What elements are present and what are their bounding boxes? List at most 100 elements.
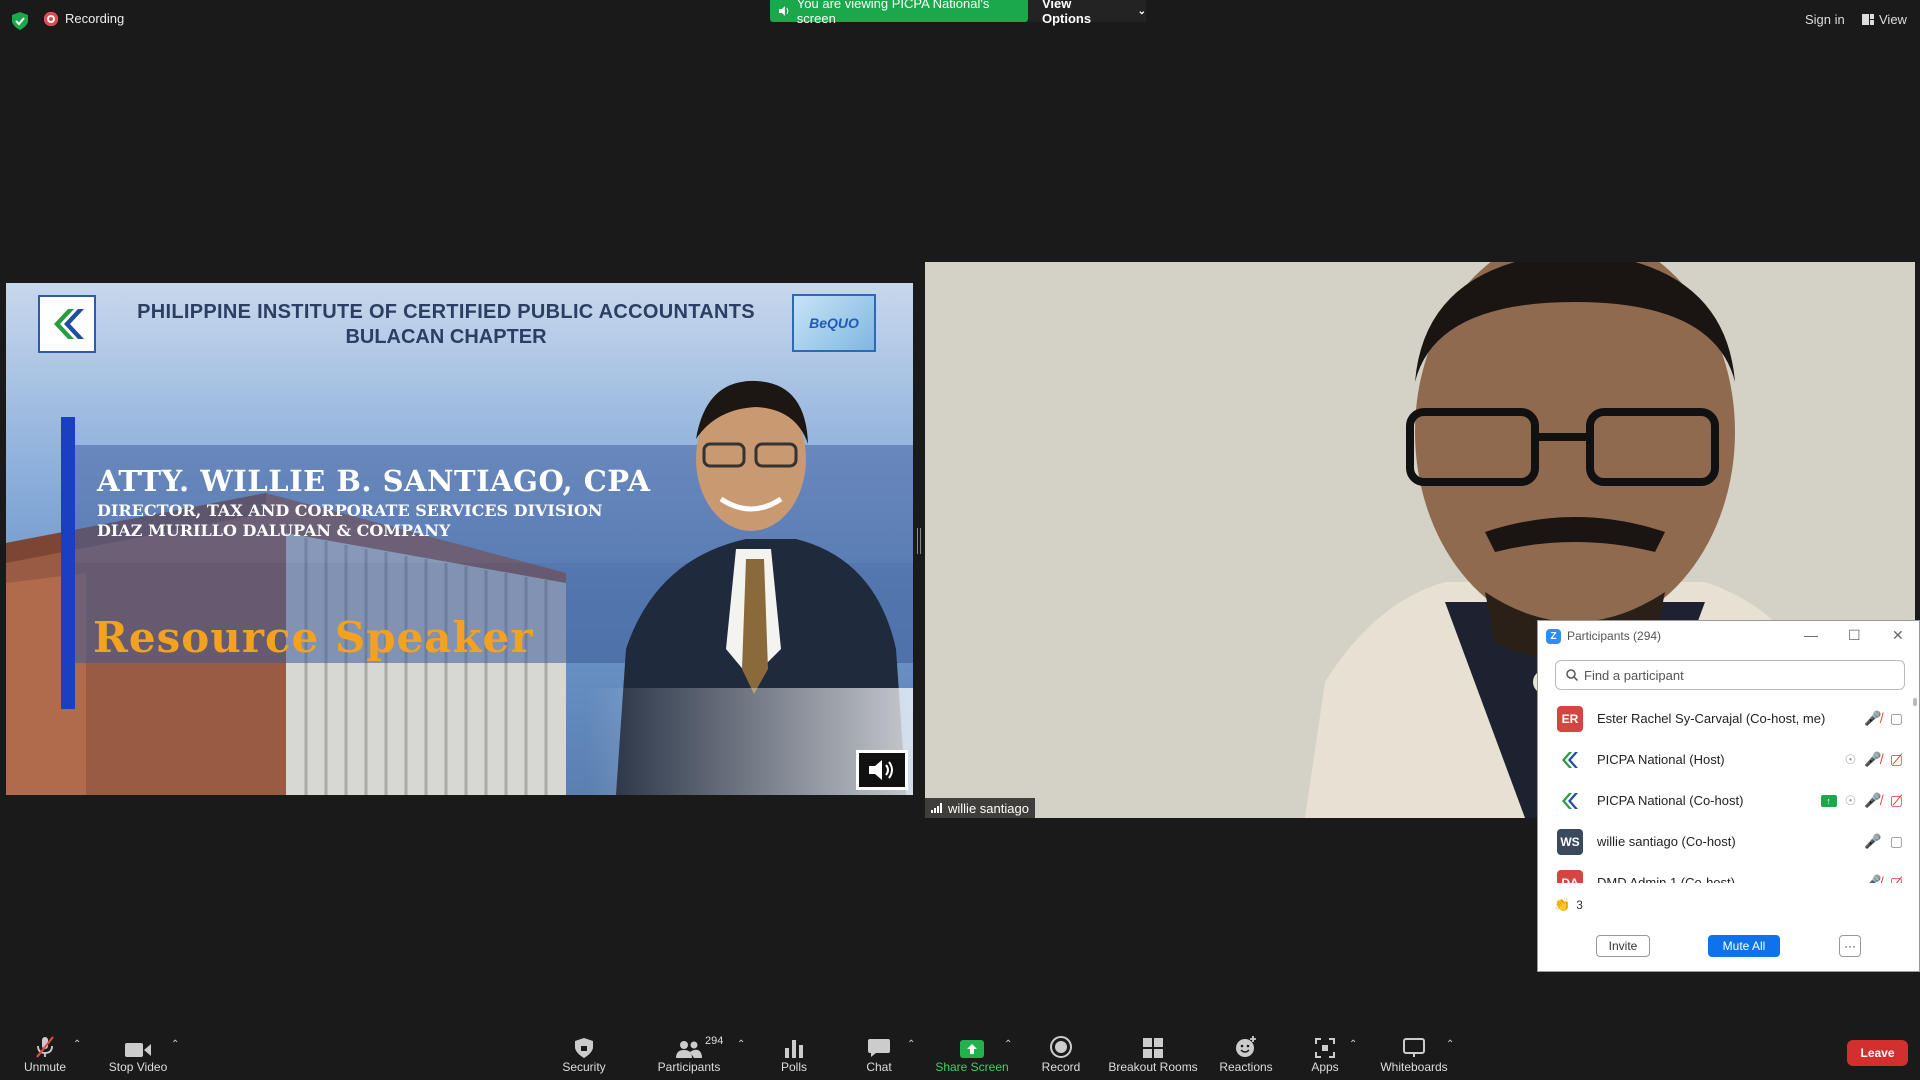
apps-label: Apps (1311, 1060, 1339, 1074)
share-options-caret-icon[interactable]: ⌃ (1004, 1039, 1012, 1050)
whiteboards-button[interactable]: Whiteboards (1378, 1020, 1450, 1080)
mic-muted-icon[interactable]: 🎤̸ (1864, 751, 1881, 768)
video-icon[interactable]: ▢ (1890, 833, 1903, 850)
participant-row[interactable]: ER Ester Rachel Sy-Carvajal (Co-host, me)… (1538, 698, 1920, 739)
participant-search-input[interactable]: Find a participant (1555, 660, 1905, 690)
video-off-icon[interactable]: ▢̸ (1890, 751, 1903, 768)
shield-icon[interactable] (12, 12, 28, 30)
whiteboards-label: Whiteboards (1380, 1060, 1448, 1074)
view-options-button[interactable]: View Options ⌄ (1028, 0, 1146, 26)
search-icon (1566, 669, 1578, 681)
reactions-summary: 👏 3 (1554, 897, 1583, 913)
participant-status-icons: 🎤 ▢ (1864, 833, 1903, 850)
reaction-count: 3 (1576, 898, 1583, 912)
polls-icon (785, 1040, 803, 1058)
mic-muted-icon[interactable]: 🎤̸ (1864, 710, 1881, 727)
participant-name: Ester Rachel Sy-Carvajal (Co-host, me) (1597, 711, 1826, 726)
view-label: View (1879, 12, 1907, 27)
share-screen-icon[interactable]: ↑ (1820, 794, 1837, 807)
sign-in-link[interactable]: Sign in (1805, 12, 1845, 27)
close-icon[interactable]: ✕ (1892, 627, 1904, 644)
maximize-icon[interactable]: ☐ (1848, 627, 1861, 644)
breakout-rooms-icon (1143, 1038, 1163, 1058)
participant-list[interactable]: ER Ester Rachel Sy-Carvajal (Co-host, me)… (1538, 698, 1920, 883)
record-button[interactable]: Record (1041, 1020, 1081, 1080)
picpa-logo (38, 295, 96, 353)
participants-options-caret-icon[interactable]: ⌃ (737, 1039, 745, 1050)
reactions-icon (1236, 1036, 1256, 1057)
unmute-button[interactable]: Unmute (20, 1020, 70, 1080)
recording-icon[interactable]: ☉ (1845, 793, 1857, 809)
participants-icon (676, 1041, 702, 1058)
share-screen-icon (960, 1040, 984, 1058)
stop-video-button[interactable]: Stop Video (106, 1020, 170, 1080)
participants-button[interactable]: Participants (656, 1020, 722, 1080)
leave-button[interactable]: Leave (1847, 1040, 1908, 1066)
participants-panel: Z Participants (294) — ☐ ✕ Find a partic… (1537, 620, 1920, 972)
share-screen-label: Share Screen (935, 1060, 1009, 1074)
video-participant-name: willie santiago (948, 800, 1029, 816)
invite-button[interactable]: Invite (1596, 935, 1650, 957)
stop-video-label: Stop Video (108, 1060, 168, 1074)
security-label: Security (562, 1060, 606, 1074)
video-icon[interactable]: ▢ (1890, 710, 1903, 727)
split-divider-handle[interactable] (917, 528, 921, 554)
video-options-caret-icon[interactable]: ⌃ (171, 1039, 179, 1050)
top-bar: Recording You are viewing PICPA National… (0, 0, 1920, 40)
avatar: DA (1557, 869, 1583, 883)
whiteboard-icon (1403, 1038, 1425, 1057)
recording-icon[interactable]: ☉ (1845, 752, 1857, 768)
participant-row[interactable]: PICPA National (Co-host) ↑ ☉ 🎤̸ ▢̸ (1538, 780, 1920, 821)
slide-title-line2: BULACAN CHAPTER (345, 326, 547, 348)
speaker-name: ATTY. WILLIE B. SANTIAGO, CPA (97, 464, 651, 498)
participant-list-scrollbar[interactable] (1913, 698, 1917, 878)
breakout-rooms-button[interactable]: Breakout Rooms (1108, 1020, 1198, 1080)
record-icon (1050, 1036, 1072, 1058)
search-placeholder: Find a participant (1584, 667, 1684, 683)
resource-speaker-banner: Resource Speaker (93, 613, 534, 662)
mic-icon[interactable]: 🎤 (1864, 833, 1881, 850)
video-off-icon[interactable]: ▢̸ (1890, 792, 1903, 809)
unmute-label: Unmute (23, 1060, 67, 1074)
apps-options-caret-icon[interactable]: ⌃ (1349, 1039, 1357, 1050)
participant-name: PICPA National (Co-host) (1597, 793, 1744, 808)
participant-row[interactable]: PICPA National (Host) ☉ 🎤̸ ▢̸ (1538, 739, 1920, 780)
apps-icon (1315, 1038, 1335, 1058)
video-name-tag: willie santiago (925, 798, 1035, 818)
panel-title: Participants (294) (1567, 629, 1662, 643)
mute-all-button[interactable]: Mute All (1708, 935, 1780, 957)
accent-bar (61, 417, 75, 709)
view-button[interactable]: View (1862, 12, 1907, 27)
breakout-rooms-label: Breakout Rooms (1108, 1060, 1198, 1074)
reactions-button[interactable]: Reactions (1218, 1020, 1274, 1080)
apps-button[interactable]: Apps (1309, 1020, 1341, 1080)
participant-row[interactable]: WS willie santiago (Co-host) 🎤 ▢ (1538, 821, 1920, 862)
participant-status-icons: 🎤̸ ▢̸ (1864, 874, 1903, 883)
audio-speaker-icon[interactable] (856, 750, 908, 790)
shared-screen[interactable]: BeQUO PHILIPPINE INSTITUTE OF CERTIFIED … (6, 283, 913, 795)
mic-muted-icon[interactable]: 🎤̸ (1864, 874, 1881, 883)
chat-options-caret-icon[interactable]: ⌃ (907, 1039, 915, 1050)
minimize-icon[interactable]: — (1804, 627, 1818, 643)
polls-button[interactable]: Polls (775, 1020, 813, 1080)
whiteboards-options-caret-icon[interactable]: ⌃ (1446, 1039, 1454, 1050)
recording-icon (44, 11, 58, 26)
security-button[interactable]: Security (556, 1020, 612, 1080)
mic-muted-icon[interactable]: 🎤̸ (1864, 792, 1881, 809)
speaker-icon (778, 6, 789, 16)
participant-status-icons: ↑ ☉ 🎤̸ ▢̸ (1820, 792, 1903, 809)
participant-name: PICPA National (Host) (1597, 752, 1725, 767)
bequo-logo: BeQUO (792, 294, 876, 352)
speaker-role-line1: DIRECTOR, TAX AND CORPORATE SERVICES DIV… (97, 501, 603, 520)
chevron-down-icon: ⌄ (1137, 5, 1146, 17)
participant-row[interactable]: DA DMD Admin 1 (Co-host) 🎤̸ ▢̸ (1538, 862, 1920, 883)
recording-indicator[interactable]: Recording (44, 11, 124, 26)
share-screen-button[interactable]: Share Screen (935, 1020, 1009, 1080)
chat-button[interactable]: Chat (862, 1020, 896, 1080)
video-off-icon[interactable]: ▢̸ (1890, 874, 1903, 883)
participants-label: Participants (657, 1060, 721, 1074)
more-options-button[interactable]: ··· (1839, 935, 1861, 957)
audio-options-caret-icon[interactable]: ⌃ (73, 1039, 81, 1050)
participant-status-icons: 🎤̸ ▢ (1864, 710, 1903, 727)
security-shield-icon (575, 1038, 593, 1058)
